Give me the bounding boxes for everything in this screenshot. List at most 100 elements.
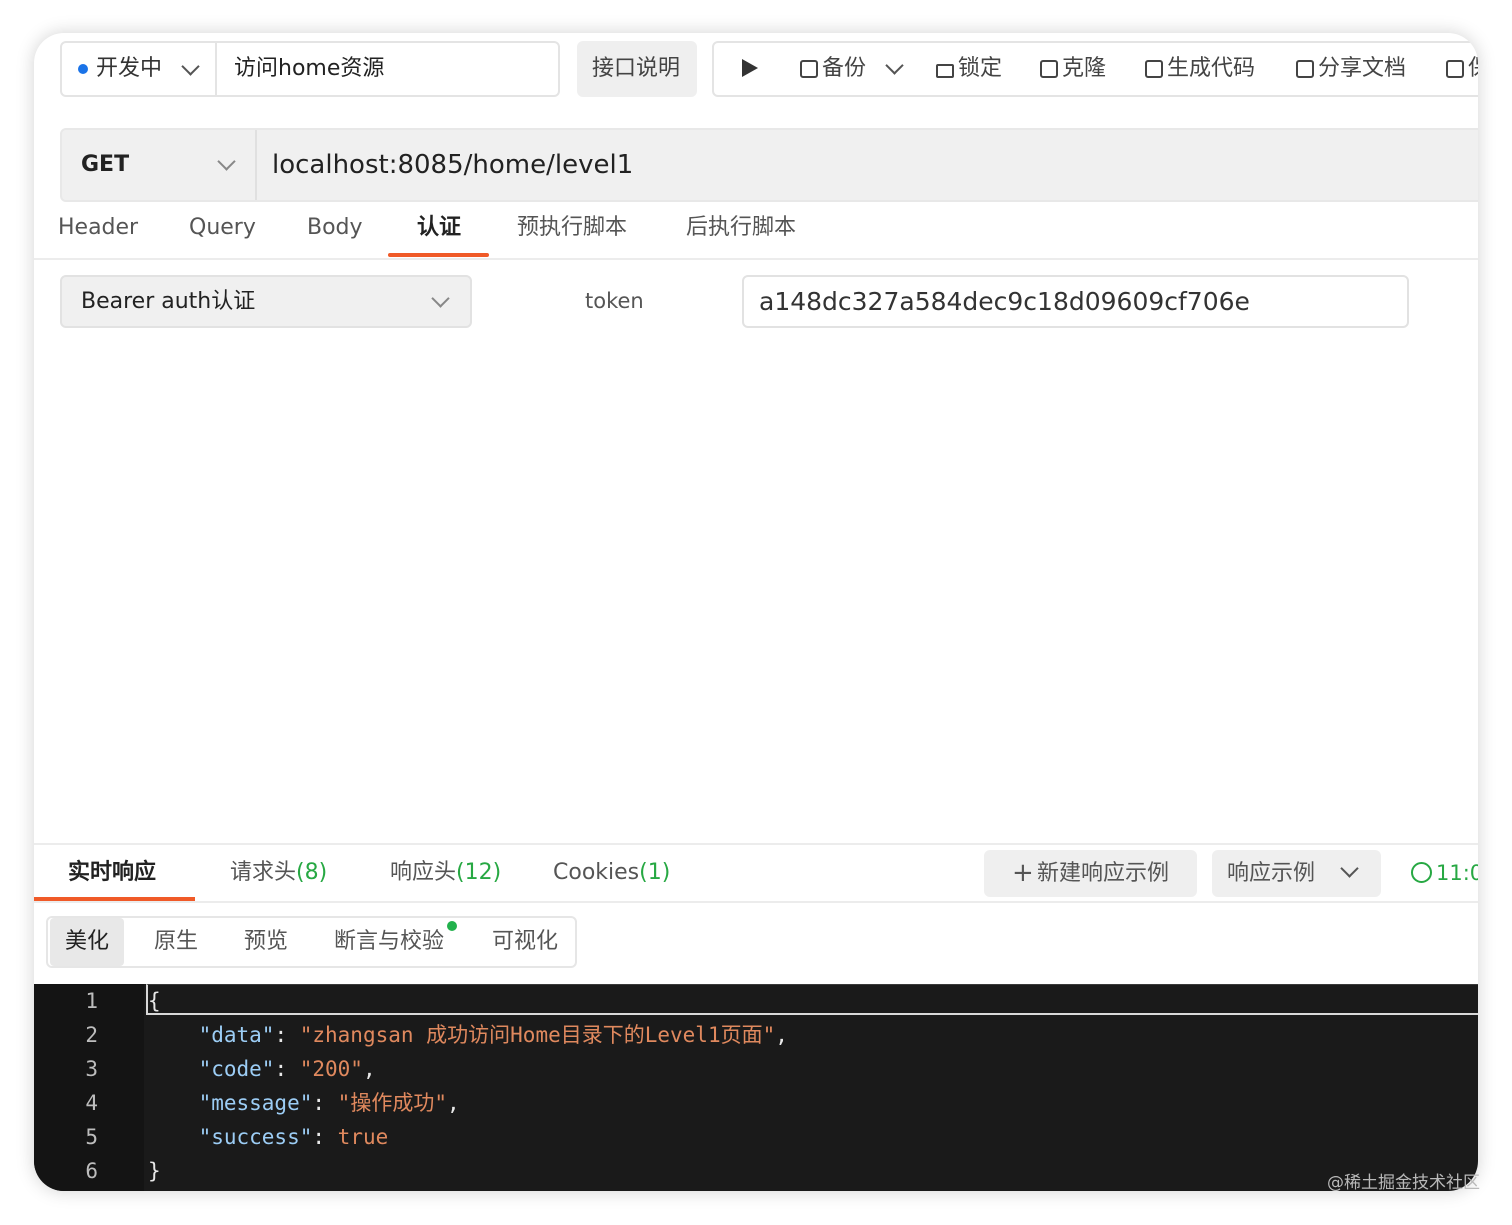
json-close-brace: }	[148, 1159, 161, 1183]
line-number-gutter: 1 2 3 4 5 6	[34, 984, 144, 1191]
cookies-count: (1)	[639, 860, 671, 885]
tab-request-headers[interactable]: 请求头(8)	[230, 853, 327, 893]
share-doc-button[interactable]: 分享文档	[1296, 43, 1406, 95]
plus-icon: +	[1012, 858, 1034, 888]
code-line: }	[148, 1154, 161, 1188]
url-bar: GET localhost:8085/home/level1	[60, 128, 1478, 202]
share-icon	[1296, 60, 1314, 78]
json-string: "操作成功"	[337, 1091, 447, 1115]
active-line-highlight	[146, 984, 1478, 1015]
status-select[interactable]: 开发中	[62, 43, 217, 95]
status-label: 开发中	[96, 56, 163, 81]
auth-type-label: Bearer auth认证	[81, 289, 256, 314]
json-key: "success"	[198, 1125, 313, 1149]
action-toolbar: 备份 锁定 克隆 生成代码 分享文档 保	[712, 41, 1478, 97]
backup-button[interactable]: 备份	[800, 43, 904, 95]
code-line: "message": "操作成功",	[198, 1091, 460, 1115]
json-string: "zhangsan 成功访问Home目录下的Level1页面"	[299, 1023, 776, 1047]
code-line: "code": "200",	[198, 1057, 376, 1081]
backup-icon	[800, 60, 818, 78]
json-boolean: true	[337, 1125, 389, 1149]
api-name-input[interactable]: 访问home资源	[234, 43, 384, 95]
app-window: 开发中 访问home资源 接口说明 备份 锁定 克隆 生成代码 分享文档 GET…	[34, 33, 1478, 1191]
clock-icon	[1411, 862, 1432, 883]
url-input[interactable]: localhost:8085/home/level1	[272, 130, 633, 200]
chevron-down-icon	[217, 152, 236, 171]
view-tab-preview[interactable]: 预览	[244, 918, 288, 966]
view-tab-visualize[interactable]: 可视化	[492, 918, 558, 966]
line-number: 6	[85, 1159, 98, 1183]
backup-chevron-icon[interactable]	[885, 55, 904, 75]
chevron-down-icon	[181, 57, 200, 76]
new-example-button[interactable]: + 新建响应示例	[984, 850, 1197, 897]
watermark: @稀土掘金技术社区	[1327, 1173, 1480, 1193]
generate-code-label: 生成代码	[1167, 56, 1256, 81]
json-key: "message"	[198, 1091, 313, 1115]
lock-button[interactable]: 锁定	[936, 43, 1002, 95]
line-number: 5	[85, 1125, 98, 1149]
assertion-status-dot-icon	[447, 921, 457, 931]
more-action-label: 保	[1468, 43, 1478, 95]
chevron-down-icon	[431, 289, 450, 308]
tabs-divider	[34, 258, 1478, 260]
response-divider	[34, 843, 1478, 845]
run-play-icon[interactable]	[742, 59, 758, 77]
cookies-label: Cookies	[553, 860, 640, 885]
line-number: 1	[85, 989, 98, 1013]
json-open-brace: {	[148, 989, 161, 1013]
auth-type-select[interactable]: Bearer auth认证	[60, 275, 472, 328]
tab-cookies[interactable]: Cookies(1)	[553, 853, 670, 893]
method-select[interactable]: GET	[62, 130, 257, 200]
response-body-editor[interactable]: 1 2 3 4 5 6 { "data": "zhangsan 成功访问Home…	[34, 984, 1478, 1191]
clone-label: 克隆	[1062, 56, 1107, 81]
new-example-label: 新建响应示例	[1037, 861, 1170, 886]
doc-button[interactable]: 接口说明	[577, 41, 697, 97]
code-icon	[1145, 60, 1163, 78]
tab-response-headers[interactable]: 响应头(12)	[390, 853, 501, 893]
line-number: 4	[85, 1091, 98, 1115]
code-line: "data": "zhangsan 成功访问Home目录下的Level1页面",	[198, 1023, 788, 1047]
request-headers-label: 请求头	[230, 860, 297, 885]
view-tab-assertions[interactable]: 断言与校验	[334, 918, 444, 966]
json-string: "200"	[299, 1057, 363, 1081]
line-number: 2	[85, 1023, 98, 1047]
status-dot-icon	[78, 64, 88, 74]
tab-body[interactable]: Body	[307, 208, 363, 258]
tab-post-script[interactable]: 后执行脚本	[686, 208, 796, 258]
tab-realtime-response[interactable]: 实时响应	[68, 853, 156, 893]
response-time: 11:0	[1436, 861, 1478, 885]
response-headers-count: (12)	[456, 860, 502, 885]
view-tab-pretty[interactable]: 美化	[50, 918, 124, 966]
more-action-button[interactable]: 保	[1446, 43, 1478, 95]
generate-code-button[interactable]: 生成代码	[1145, 43, 1255, 95]
response-example-select[interactable]: 响应示例	[1212, 850, 1381, 897]
token-label: token	[585, 289, 644, 313]
line-number: 3	[85, 1057, 98, 1081]
api-header-box: 开发中 访问home资源	[60, 41, 560, 97]
backup-label: 备份	[822, 56, 867, 81]
lock-label: 锁定	[958, 56, 1003, 81]
clone-icon	[1040, 60, 1058, 78]
method-label: GET	[81, 152, 130, 177]
tab-auth[interactable]: 认证	[417, 208, 461, 258]
code-line: "success": true	[198, 1125, 389, 1149]
share-doc-label: 分享文档	[1318, 56, 1407, 81]
code-line: {	[148, 984, 161, 1018]
token-input[interactable]: a148dc327a584dec9c18d09609cf706e	[742, 275, 1409, 328]
response-tabs-divider	[34, 901, 1478, 903]
response-headers-label: 响应头	[390, 860, 457, 885]
json-key: "code"	[198, 1057, 275, 1081]
chevron-down-icon	[1340, 859, 1359, 878]
tab-query[interactable]: Query	[189, 208, 256, 258]
token-value: a148dc327a584dec9c18d09609cf706e	[759, 287, 1250, 316]
view-mode-tabs: 美化 原生 预览 断言与校验 可视化	[46, 916, 577, 968]
response-example-label: 响应示例	[1227, 861, 1316, 886]
tab-pre-script[interactable]: 预执行脚本	[517, 208, 627, 258]
lock-icon	[936, 64, 954, 78]
clone-button[interactable]: 克隆	[1040, 43, 1106, 95]
doc-button-label: 接口说明	[592, 56, 681, 81]
view-tab-raw[interactable]: 原生	[154, 918, 198, 966]
json-key: "data"	[198, 1023, 275, 1047]
tab-header[interactable]: Header	[58, 208, 138, 258]
active-tab-indicator	[388, 253, 489, 257]
